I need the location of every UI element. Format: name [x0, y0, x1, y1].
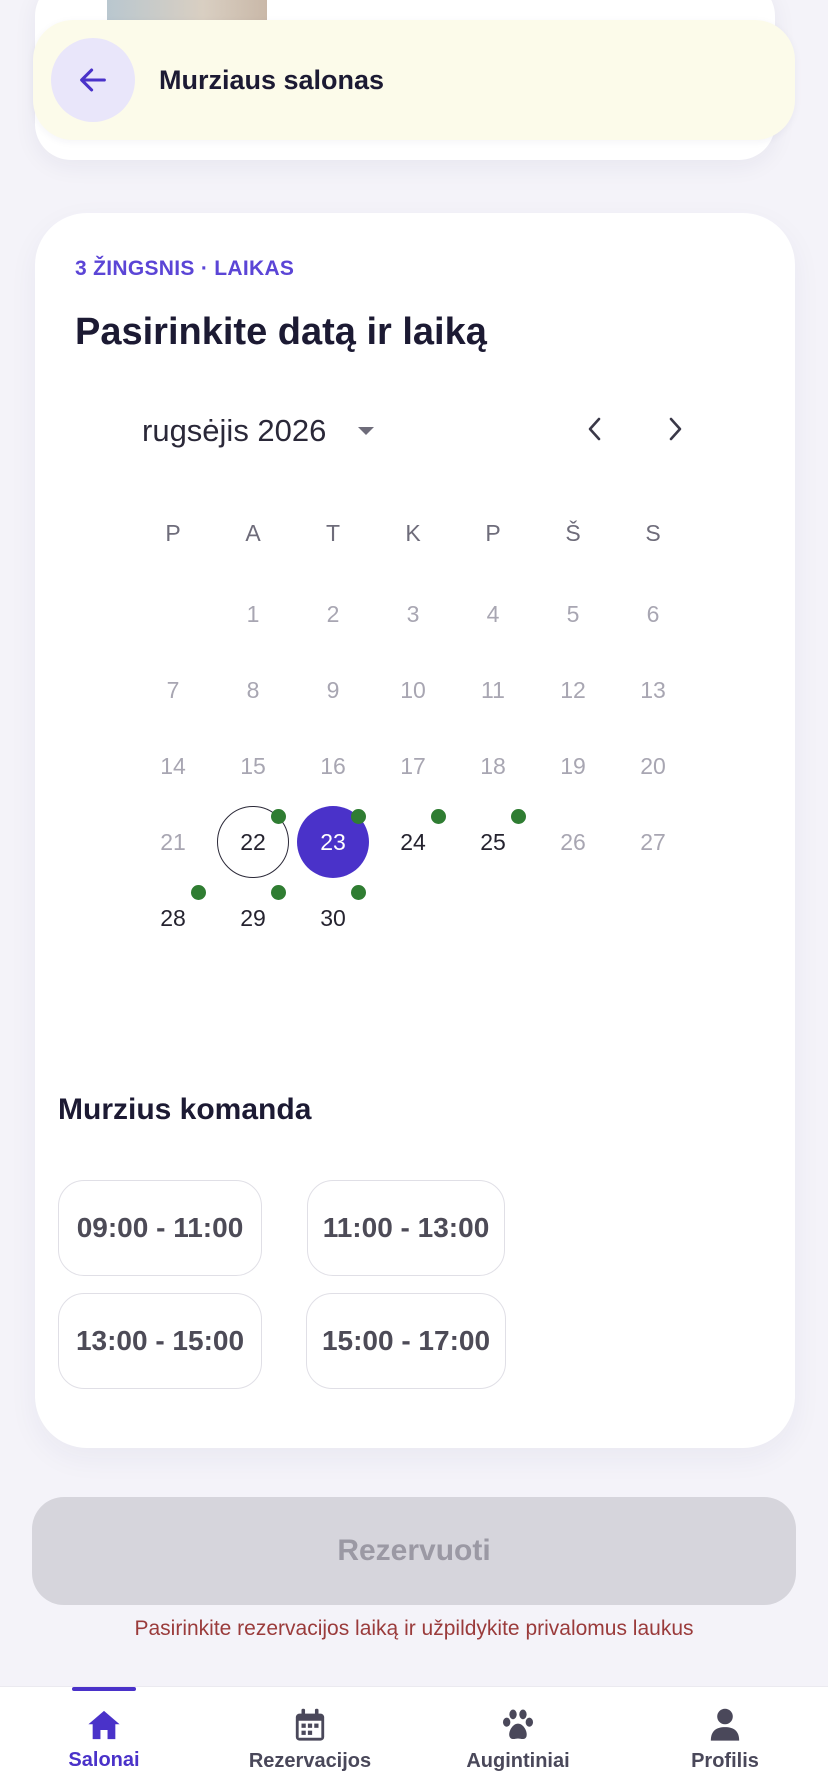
chevron-left-icon — [588, 417, 601, 441]
nav-label: Profilis — [691, 1749, 759, 1772]
availability-dot — [511, 809, 526, 824]
calendar-day: 17 — [400, 752, 426, 779]
calendar-day: 21 — [160, 828, 186, 855]
nav-item-rezervacijos[interactable]: Rezervacijos — [230, 1687, 390, 1792]
paw-icon — [502, 1709, 534, 1739]
calendar-day: 5 — [566, 600, 580, 627]
calendar-day: 18 — [480, 752, 506, 779]
back-button[interactable] — [51, 38, 135, 122]
calendar-day: 8 — [246, 676, 260, 703]
nav-item-salonai[interactable]: Salonai — [54, 1687, 154, 1792]
nav-label: Rezervacijos — [248, 1749, 372, 1772]
time-slot[interactable]: 09:00 - 11:00 — [58, 1180, 262, 1276]
nav-label: Salonai — [68, 1748, 140, 1771]
weekday-label: P — [485, 520, 501, 546]
weekday-label: T — [325, 520, 341, 546]
calendar-day: 4 — [486, 600, 500, 627]
header-bar: Murziaus salonas — [33, 20, 795, 140]
next-month-button[interactable] — [655, 409, 695, 449]
calendar-icon — [295, 1708, 325, 1741]
month-label: rugsėjis 2026 — [142, 413, 327, 448]
salon-thumbnail — [107, 0, 267, 20]
booking-card: 3 ŽINGSNIS · LAIKAS Pasirinkite datą ir … — [35, 213, 795, 1448]
home-icon — [88, 1710, 120, 1739]
nav-label: Augintiniai — [466, 1749, 570, 1772]
calendar-day: 11 — [481, 676, 505, 703]
weekday-label: Š — [565, 520, 581, 546]
nav-item-augintiniai[interactable]: Augintiniai — [448, 1687, 588, 1792]
availability-dot — [271, 809, 286, 824]
nav-item-profilis[interactable]: Profilis — [670, 1687, 780, 1792]
calendar-day: 7 — [166, 676, 180, 703]
calendar-day: 27 — [640, 828, 666, 855]
calendar-day: 26 — [560, 828, 586, 855]
step-label: 3 ŽINGSNIS · LAIKAS — [75, 257, 295, 280]
chevron-right-icon — [669, 417, 682, 441]
calendar-day: 6 — [646, 600, 660, 627]
weekday-label: K — [405, 520, 421, 546]
caret-down-icon — [358, 427, 375, 435]
calendar-day: 12 — [560, 676, 586, 703]
weekday-label: S — [645, 520, 661, 546]
time-slot[interactable]: 11:00 - 13:00 — [307, 1180, 505, 1276]
availability-dot — [351, 809, 366, 824]
calendar-day: 2 — [326, 600, 340, 627]
calendar-day: 14 — [160, 752, 186, 779]
calendar-day: 15 — [240, 752, 266, 779]
calendar-day: 19 — [560, 752, 586, 779]
weekday-label: A — [245, 520, 261, 546]
availability-dot — [351, 885, 366, 900]
person-icon — [710, 1708, 740, 1741]
calendar-day: 3 — [406, 600, 420, 627]
time-slot[interactable]: 15:00 - 17:00 — [306, 1293, 506, 1389]
previous-month-button[interactable] — [575, 409, 615, 449]
calendar-day: 16 — [320, 752, 346, 779]
calendar-day: 10 — [400, 676, 426, 703]
availability-dot — [431, 809, 446, 824]
availability-dot — [191, 885, 206, 900]
calendar-day: 13 — [640, 676, 666, 703]
calendar-day: 9 — [326, 676, 340, 703]
reserve-button[interactable]: Rezervuoti — [32, 1497, 796, 1605]
calendar-day: 1 — [246, 600, 260, 627]
availability-dot — [271, 885, 286, 900]
month-selector[interactable]: rugsėjis 2026 — [142, 413, 376, 449]
page-title: Murziaus salonas — [159, 64, 385, 95]
calendar-day: 20 — [640, 752, 666, 779]
time-slot[interactable]: 13:00 - 15:00 — [58, 1293, 262, 1389]
team-title: Murzius komanda — [58, 1093, 312, 1126]
arrow-left-icon — [80, 68, 106, 92]
validation-hint: Pasirinkite rezervacijos laiką ir užpild… — [134, 1617, 694, 1640]
weekday-label: P — [165, 520, 181, 546]
bottom-navigation: Salonai Rezervacijos Augintiniai Profili… — [0, 1686, 828, 1792]
step-title: Pasirinkite datą ir laiką — [75, 311, 487, 353]
